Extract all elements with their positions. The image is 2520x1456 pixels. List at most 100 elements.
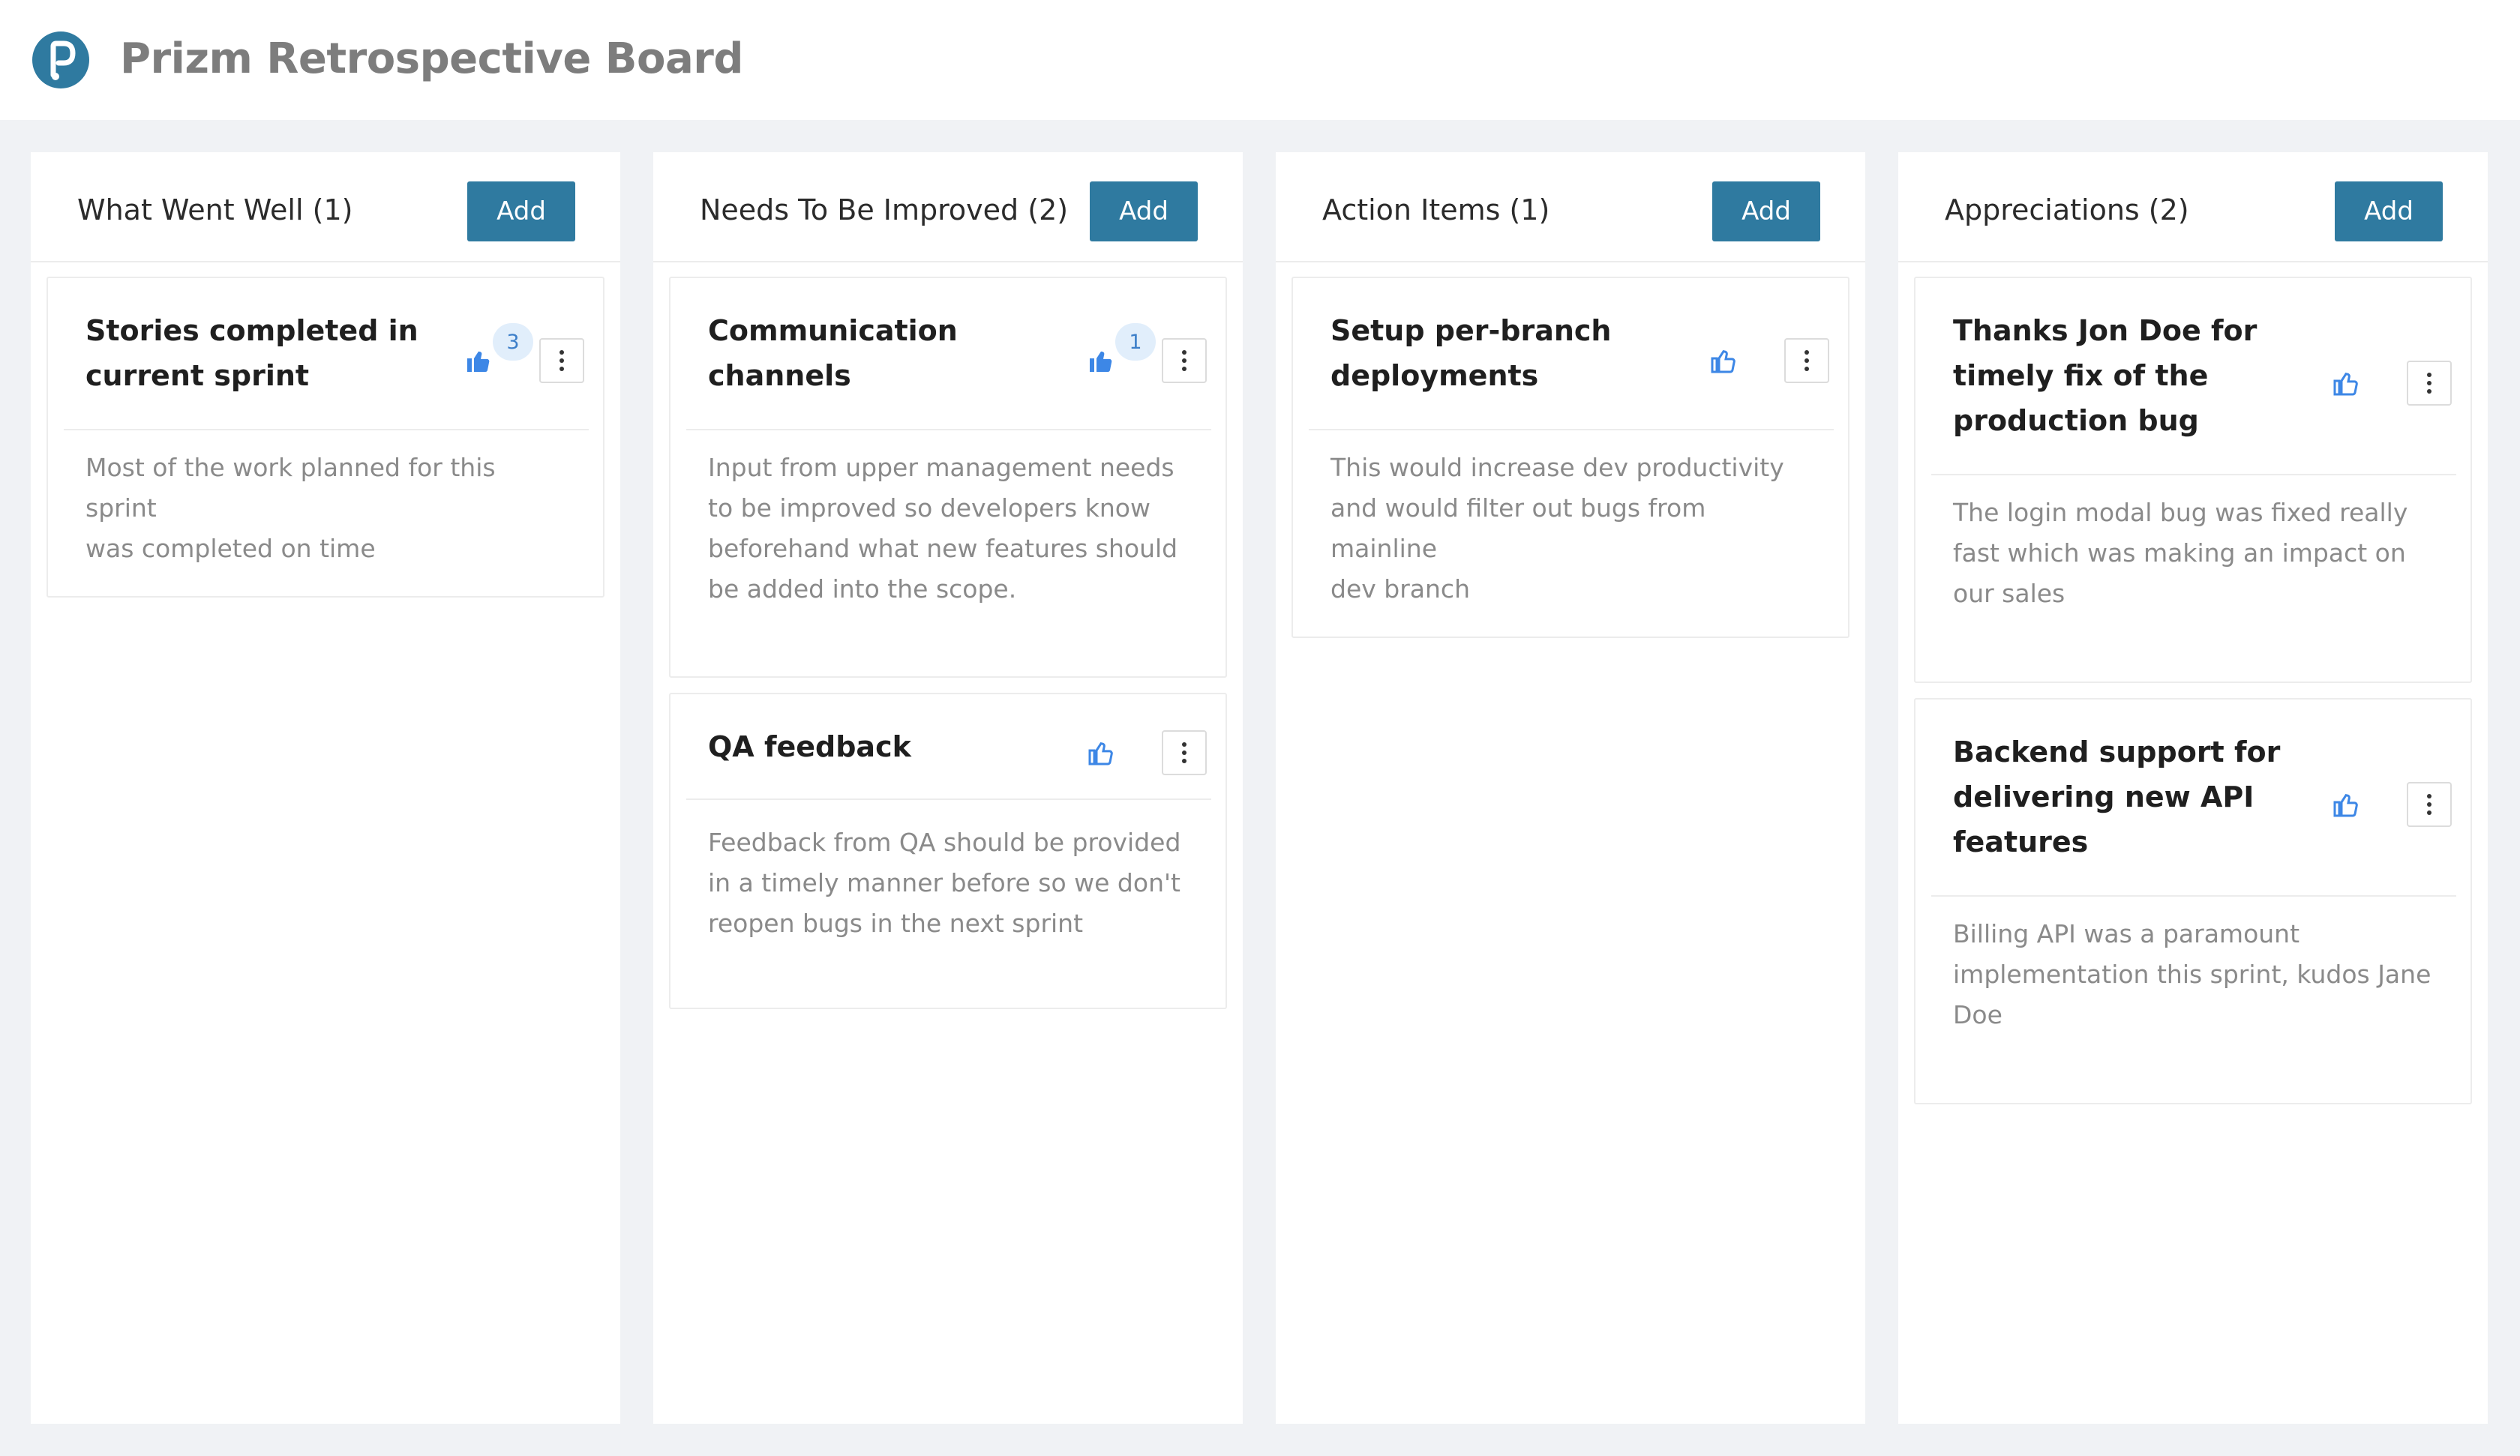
column-what-went-well: What Went Well (1) Add Stories completed… [31,152,620,1424]
card-title-line: Setup per-branch [1330,314,1612,347]
like-button[interactable] [1084,344,1118,377]
retro-card: Setup per-branch deployments This would … [1292,277,1850,638]
card-title-line: channels [708,359,851,392]
card-menu-button[interactable] [539,338,584,383]
card-description-line: Input from upper management needs [708,453,1174,482]
column-header: Needs To Be Improved (2) Add [653,152,1243,262]
column-needs-to-be-improved: Needs To Be Improved (2) Add Communicati… [653,152,1243,1424]
thumbs-up-outline-icon [2333,373,2358,396]
card-title-line: timely fix of the [1953,359,2209,392]
like-count-badge: 3 [493,323,533,361]
add-button[interactable]: Add [1090,181,1198,241]
card-title-line: delivering new API [1953,780,2254,813]
vertical-dots-icon [560,350,564,371]
like-count-badge: 1 [1115,323,1156,361]
vertical-dots-icon [2427,373,2432,394]
card-title: Setup per-branch deployments [1330,308,1612,398]
card-title-line: Thanks Jon Doe for [1953,314,2258,347]
card-description-line: in a timely manner before so we don't [708,868,1180,897]
card-description: Input from upper management needs to be … [708,448,1196,610]
thumbs-up-icon [467,351,490,373]
like-button[interactable] [462,344,495,377]
retro-card: QA feedback Feedback from QA should be p… [669,693,1227,1009]
column-title: Appreciations (2) [1945,193,2189,226]
add-button[interactable]: Add [467,181,575,241]
card-description-line: beforehand what new features should [708,534,1178,563]
card-title: Stories completed in current sprint [86,308,418,398]
thumbs-up-outline-icon [1088,742,1113,765]
card-header: Stories completed in current sprint 3 [64,278,589,430]
card-description-line: our sales [1953,579,2066,608]
vertical-dots-icon [1804,350,1809,371]
column-header: Action Items (1) Add [1276,152,1865,262]
card-description-line: The login modal bug was fixed really [1953,498,2408,527]
card-description: Most of the work planned for this sprint… [86,448,573,569]
card-description-line: be added into the scope. [708,574,1017,604]
add-button[interactable]: Add [2335,181,2443,241]
card-menu-button[interactable] [1162,730,1207,775]
card-description-line: Doe [1953,1000,2002,1029]
card-title: Thanks Jon Doe for timely fix of the pro… [1953,308,2257,443]
retro-card: Stories completed in current sprint 3 Mo… [46,277,604,598]
card-header: Backend support for delivering new API f… [1931,700,2456,897]
vertical-dots-icon [2427,794,2432,815]
card-description: Feedback from QA should be provided in a… [708,822,1196,944]
card-description-line: This would increase dev productivity [1330,453,1784,482]
column-header: Appreciations (2) Add [1898,152,2488,262]
app-header: Prizm Retrospective Board [0,0,2520,120]
card-title-line: current sprint [86,359,310,392]
add-button[interactable]: Add [1712,181,1820,241]
card-description-line: and would filter out bugs from mainline [1330,493,1706,563]
thumbs-up-icon [1090,351,1112,373]
card-title-line: Communication [708,314,958,347]
column-action-items: Action Items (1) Add Setup per-branch de… [1276,152,1865,1424]
column-title: Needs To Be Improved (2) [700,193,1069,226]
card-title: QA feedback [708,724,911,769]
column-title: Action Items (1) [1322,193,1550,226]
card-description-line: reopen bugs in the next sprint [708,909,1084,938]
vertical-dots-icon [1182,350,1186,371]
card-title-line: Stories completed in [86,314,418,347]
card-description-line: fast which was making an impact on [1953,538,2406,568]
card-description-line: Most of the work planned for this sprint [86,453,496,523]
retro-card: Backend support for delivering new API f… [1914,698,2472,1104]
thumbs-up-outline-icon [2333,794,2358,817]
retro-card: Thanks Jon Doe for timely fix of the pro… [1914,277,2472,683]
card-description-line: was completed on time [86,534,376,563]
app-title: Prizm Retrospective Board [120,34,743,83]
card-description-line: dev branch [1330,574,1470,604]
retro-card: Communication channels 1 Input from uppe… [669,277,1227,678]
like-button[interactable] [2330,788,2362,821]
card-title-line: features [1953,825,2089,858]
like-button[interactable] [1084,736,1118,769]
card-title: Communication channels [708,308,958,398]
column-header: What Went Well (1) Add [31,152,620,262]
like-button[interactable] [2330,367,2362,400]
card-title-line: Backend support for [1953,735,2281,768]
card-header: Thanks Jon Doe for timely fix of the pro… [1931,278,2456,475]
card-menu-button[interactable] [2407,782,2452,827]
card-description-line: to be improved so developers know [708,493,1150,523]
like-button[interactable] [1707,344,1740,377]
card-description: The login modal bug was fixed really fas… [1953,493,2440,614]
column-appreciations: Appreciations (2) Add Thanks Jon Doe for… [1898,152,2488,1424]
card-description-line: Feedback from QA should be provided [708,828,1181,857]
card-menu-button[interactable] [1784,338,1829,383]
card-menu-button[interactable] [2407,361,2452,406]
card-description-line: implementation this sprint, kudos Jane [1953,960,2432,989]
card-description-line: Billing API was a paramount [1953,919,2300,948]
card-menu-button[interactable] [1162,338,1207,383]
card-header: Communication channels 1 [686,278,1211,430]
column-title: What Went Well (1) [77,193,353,226]
card-title-line: deployments [1330,359,1539,392]
card-header: Setup per-branch deployments [1309,278,1834,430]
card-title-line: QA feedback [708,730,911,763]
thumbs-up-outline-icon [1711,350,1736,373]
card-description: Billing API was a paramount implementati… [1953,914,2440,1035]
card-title: Backend support for delivering new API f… [1953,729,2280,864]
card-title-line: production bug [1953,404,2199,437]
vertical-dots-icon [1182,742,1186,763]
card-description: This would increase dev productivity and… [1330,448,1818,610]
card-header: QA feedback [686,694,1211,800]
prizm-logo-icon [32,31,89,88]
